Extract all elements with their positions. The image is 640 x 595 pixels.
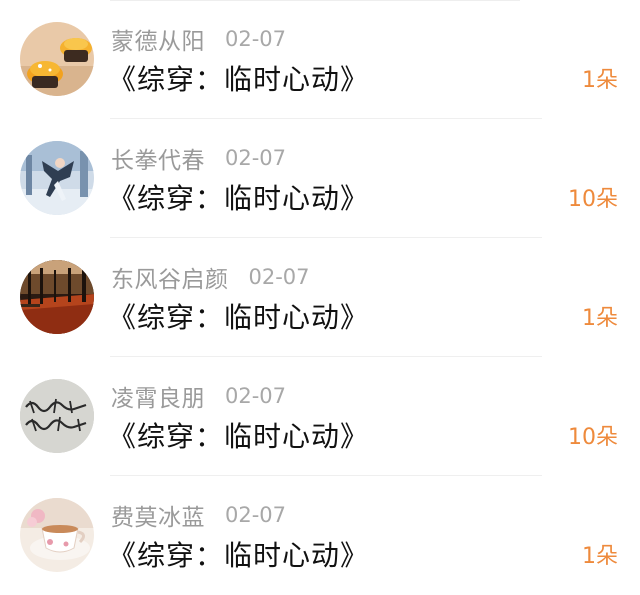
username[interactable]: 费莫冰蓝 bbox=[111, 498, 205, 532]
autumn-path-avatar-icon bbox=[20, 260, 94, 334]
row-meta: 长拳代春 02-07 bbox=[111, 142, 286, 174]
handwriting-avatar-icon bbox=[20, 379, 94, 453]
row-meta: 蒙德从阳 02-07 bbox=[111, 23, 286, 55]
avatar[interactable] bbox=[20, 260, 94, 334]
book-title[interactable]: 《综穿：临时心动》 bbox=[108, 534, 369, 574]
figure-skater-avatar-icon bbox=[20, 141, 94, 215]
gift-record-list: 蒙德从阳 02-07 《综穿：临时心动》 1朵 长拳代春 02-07 《综穿：临… bbox=[0, 0, 640, 592]
username[interactable]: 蒙德从阳 bbox=[111, 22, 205, 56]
gift-row[interactable]: 东风谷启颜 02-07 《综穿：临时心动》 1朵 bbox=[0, 238, 640, 357]
gift-date: 02-07 bbox=[225, 384, 287, 408]
gift-amount: 10朵 bbox=[568, 425, 618, 450]
book-title[interactable]: 《综穿：临时心动》 bbox=[108, 177, 369, 217]
gift-row[interactable]: 长拳代春 02-07 《综穿：临时心动》 10朵 bbox=[0, 119, 640, 238]
cupcake-avatar-icon bbox=[20, 22, 94, 96]
username[interactable]: 东风谷启颜 bbox=[111, 260, 229, 294]
avatar[interactable] bbox=[20, 379, 94, 453]
gift-amount: 10朵 bbox=[568, 187, 618, 212]
gift-amount: 1朵 bbox=[582, 306, 618, 331]
gift-row[interactable]: 费莫冰蓝 02-07 《综穿：临时心动》 1朵 bbox=[0, 476, 640, 595]
username[interactable]: 凌霄良朋 bbox=[111, 379, 205, 413]
teacup-avatar-icon bbox=[20, 498, 94, 572]
avatar[interactable] bbox=[20, 141, 94, 215]
avatar[interactable] bbox=[20, 22, 94, 96]
username[interactable]: 长拳代春 bbox=[111, 141, 205, 175]
book-title[interactable]: 《综穿：临时心动》 bbox=[108, 415, 369, 455]
gift-date: 02-07 bbox=[225, 146, 287, 170]
book-title[interactable]: 《综穿：临时心动》 bbox=[108, 296, 369, 336]
gift-date: 02-07 bbox=[225, 27, 287, 51]
row-meta: 东风谷启颜 02-07 bbox=[111, 261, 310, 293]
avatar[interactable] bbox=[20, 498, 94, 572]
row-meta: 费莫冰蓝 02-07 bbox=[111, 499, 286, 531]
book-title[interactable]: 《综穿：临时心动》 bbox=[108, 58, 369, 98]
gift-amount: 1朵 bbox=[582, 68, 618, 93]
gift-date: 02-07 bbox=[225, 503, 287, 527]
gift-amount: 1朵 bbox=[582, 544, 618, 569]
gift-date: 02-07 bbox=[248, 265, 310, 289]
row-meta: 凌霄良朋 02-07 bbox=[111, 380, 286, 412]
gift-row[interactable]: 凌霄良朋 02-07 《综穿：临时心动》 10朵 bbox=[0, 357, 640, 476]
gift-row[interactable]: 蒙德从阳 02-07 《综穿：临时心动》 1朵 bbox=[0, 0, 640, 119]
